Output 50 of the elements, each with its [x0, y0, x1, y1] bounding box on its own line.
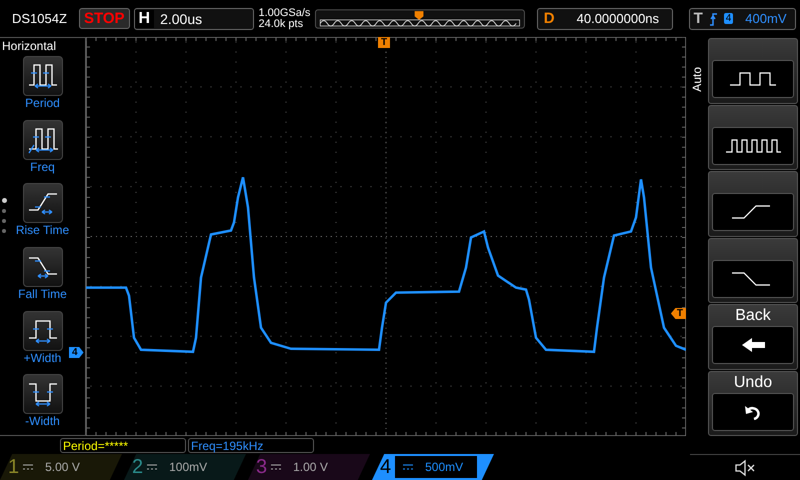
- channel-scale: 500mV: [395, 456, 478, 478]
- mute-icon[interactable]: [735, 458, 755, 476]
- menu-label: Undo: [734, 372, 772, 392]
- measurement-readout: Freq=195kHz: [188, 438, 314, 452]
- dc-coupling-icon: [403, 464, 414, 470]
- channel-scale: 1.00 V: [271, 460, 328, 474]
- menu-button[interactable]: [712, 126, 794, 164]
- channel-tab[interactable]: 3 1.00 V: [248, 454, 370, 480]
- measure-label: Freq: [30, 160, 55, 174]
- measure-button[interactable]: [22, 247, 62, 288]
- timebase-display[interactable]: H 2.00us: [134, 8, 254, 30]
- measure-label: Rise Time: [16, 223, 70, 238]
- channel-scale: 100mV: [147, 460, 208, 474]
- measure-label: +Width: [24, 350, 62, 365]
- memory-depth: 24.0k pts: [258, 18, 304, 30]
- channel-scale: 5.00 V: [23, 460, 80, 474]
- menu-button[interactable]: [712, 392, 794, 430]
- menu-title: Auto: [690, 67, 702, 92]
- dc-coupling-icon: [147, 464, 158, 470]
- channel-offset-marker[interactable]: 4: [69, 347, 84, 358]
- undo-icon: [744, 404, 762, 420]
- menu-title: Horizontal: [1, 39, 56, 53]
- channel-number: 1: [8, 456, 20, 478]
- menu-button[interactable]: [712, 326, 794, 364]
- channel-tab[interactable]: 1 5.00 V: [0, 454, 122, 480]
- menu-button[interactable]: [712, 60, 794, 98]
- rising-edge-icon: [708, 12, 718, 26]
- measure-button[interactable]: [22, 183, 62, 224]
- measure-label: -Width: [25, 414, 60, 428]
- measure-label: Fall Time: [18, 287, 67, 302]
- measure-button[interactable]: [22, 120, 62, 160]
- measure-label: Period: [25, 96, 60, 110]
- channel-number: 2: [132, 456, 144, 478]
- measure-button[interactable]: [22, 310, 62, 351]
- channel-tab[interactable]: 2 100mV: [124, 454, 246, 480]
- trigger-display[interactable]: T 4 400mV: [688, 8, 796, 30]
- measurement-readout: Period=*****: [60, 438, 186, 452]
- trigger-position-marker[interactable]: T: [378, 37, 390, 48]
- delay-display[interactable]: D 40.0000000ns: [536, 8, 673, 30]
- channel-number: 3: [256, 456, 268, 478]
- menu-label: Back: [735, 306, 771, 326]
- channel-tab[interactable]: 4 500mV: [372, 454, 494, 480]
- channel-number: 4: [380, 456, 392, 478]
- model-name: DS1054Z: [11, 11, 68, 26]
- dc-coupling-icon: [23, 464, 34, 470]
- sample-rate: 1.00GSa/s: [258, 8, 311, 18]
- dc-coupling-icon: [271, 464, 282, 470]
- run-stop-button[interactable]: STOP: [78, 8, 130, 29]
- measure-button[interactable]: [22, 56, 62, 96]
- measure-button[interactable]: [22, 374, 62, 414]
